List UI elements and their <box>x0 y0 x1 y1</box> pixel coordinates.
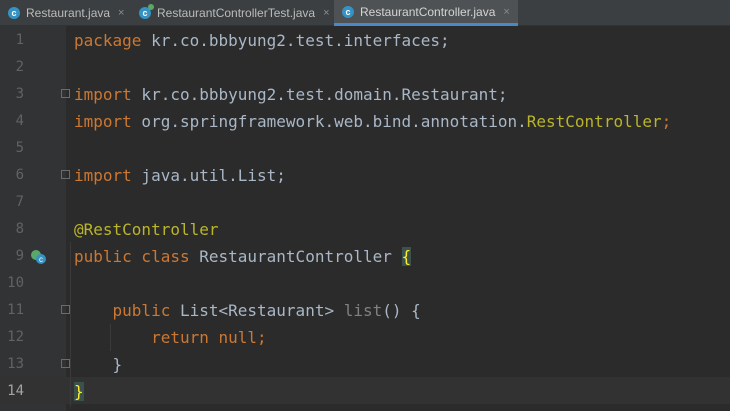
class-icon: c <box>8 7 20 19</box>
fold-marker-icon[interactable] <box>61 170 70 179</box>
annotation: @RestController <box>74 220 219 239</box>
keyword: import <box>74 166 132 185</box>
line-number: 13 <box>7 356 24 372</box>
code-line-6: import java.util.List; <box>74 162 286 189</box>
matched-brace: { <box>401 247 412 266</box>
code-line-14: } <box>74 378 84 405</box>
line-number: 5 <box>15 140 24 156</box>
close-tab-icon[interactable]: × <box>503 6 509 18</box>
method-name: list <box>343 301 383 320</box>
return-type: List<Restaurant> <box>170 301 344 320</box>
line-number: 2 <box>15 59 24 75</box>
tab-label: RestaurantControllerTest.java <box>157 6 316 20</box>
code-line-1: package kr.co.bbbyung2.test.interfaces; <box>74 27 450 54</box>
closing-brace: } <box>112 355 123 374</box>
close-tab-icon[interactable]: × <box>323 7 329 19</box>
line-number: 9 <box>15 248 24 264</box>
code-line-8: @RestController <box>74 216 219 243</box>
annotation-class: RestController <box>526 112 662 131</box>
code-line-9: public class RestaurantController { <box>74 243 412 270</box>
current-line-highlight <box>0 377 730 404</box>
code-line-11: public List<Restaurant> list() { <box>74 297 421 324</box>
tab-restaurant-controller-java[interactable]: c RestaurantController.java × <box>334 0 518 26</box>
line-number: 1 <box>15 32 24 48</box>
class-name: RestaurantController <box>189 247 402 266</box>
keyword: public class <box>74 247 190 266</box>
svg-text:c: c <box>39 255 43 264</box>
package-name: kr.co.bbbyung2.test.interfaces; <box>141 31 450 50</box>
keyword: import <box>74 112 132 131</box>
null-literal: null; <box>208 328 267 347</box>
close-tab-icon[interactable]: × <box>118 7 124 19</box>
keyword: package <box>74 31 142 50</box>
tab-restaurant-java[interactable]: c Restaurant.java × <box>0 0 130 26</box>
line-number: 8 <box>15 221 24 237</box>
line-number: 7 <box>15 194 24 210</box>
keyword: import <box>74 85 132 104</box>
fold-marker-icon[interactable] <box>61 89 70 98</box>
keyword: return <box>151 328 209 347</box>
editor-tab-bar: c Restaurant.java × c RestaurantControll… <box>0 0 730 26</box>
matched-brace: } <box>74 382 84 401</box>
code-line-4: import org.springframework.web.bind.anno… <box>74 108 671 135</box>
code-line-12: return null; <box>74 324 267 351</box>
line-number: 12 <box>7 329 24 345</box>
tab-restaurant-controller-test-java[interactable]: c RestaurantControllerTest.java × <box>131 0 333 26</box>
test-class-icon: c <box>139 4 154 19</box>
method-signature: () { <box>382 301 421 320</box>
keyword: public <box>112 301 171 320</box>
import-path: org.springframework.web.bind.annotation. <box>131 112 527 131</box>
line-number: 10 <box>7 275 24 291</box>
code-line-13: } <box>74 351 123 378</box>
import-path: kr.co.bbbyung2.test.domain.Restaurant; <box>131 85 508 104</box>
import-path: java.util.List; <box>131 166 286 185</box>
tab-label: RestaurantController.java <box>360 4 496 19</box>
line-number: 6 <box>15 167 24 183</box>
fold-marker-icon[interactable] <box>61 305 70 314</box>
semicolon: ; <box>661 112 672 131</box>
fold-marker-icon[interactable] <box>61 359 70 368</box>
line-number: 11 <box>7 302 24 318</box>
line-number: 4 <box>15 113 24 129</box>
line-number: 3 <box>15 86 24 102</box>
class-icon: c <box>342 5 354 18</box>
code-line-3: import kr.co.bbbyung2.test.domain.Restau… <box>74 81 507 108</box>
tab-label: Restaurant.java <box>26 6 111 20</box>
line-number-current: 14 <box>7 383 24 399</box>
spring-bean-icon[interactable]: c <box>30 248 46 264</box>
indent-guide <box>70 242 71 407</box>
